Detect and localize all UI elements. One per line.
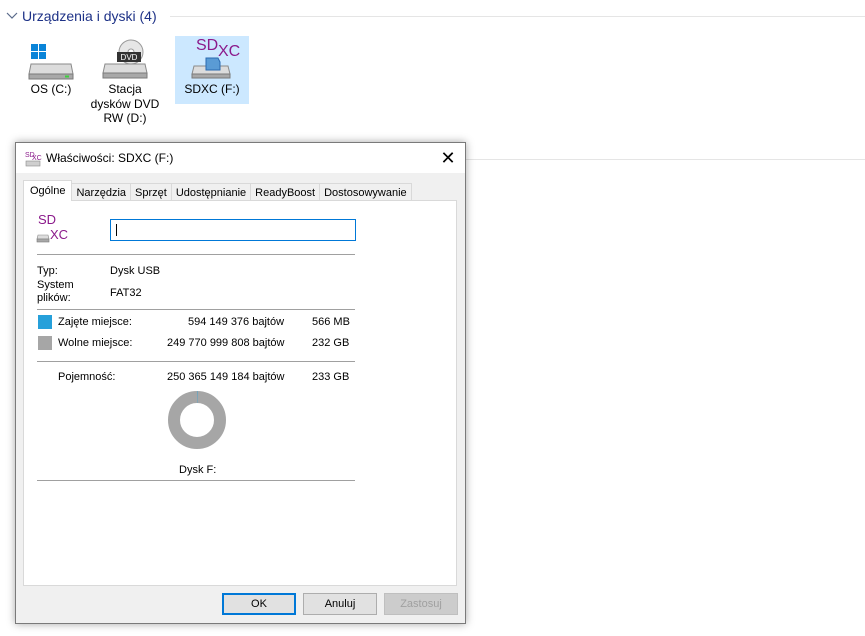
svg-text:DVD: DVD: [121, 53, 138, 62]
capacity-label: Pojemność:: [58, 371, 116, 383]
tab-sharing[interactable]: Udostępnianie: [170, 183, 252, 201]
svg-text:XC: XC: [50, 227, 68, 242]
used-space-swatch: [38, 315, 52, 329]
svg-text:SD: SD: [38, 212, 56, 227]
filesystem-value: FAT32: [110, 287, 142, 299]
free-space-ring: [168, 391, 226, 449]
divider: [37, 480, 355, 481]
free-space-bytes: 249 770 999 808 bajtów: [167, 337, 285, 349]
divider: [37, 361, 355, 362]
properties-dialog: SD XC Właściwości: SDXC (F:) ✕ Ogólne Na…: [15, 142, 466, 624]
tab-tools[interactable]: Narzędzia: [71, 183, 132, 201]
tab-general[interactable]: Ogólne: [23, 180, 73, 201]
svg-text:XC: XC: [218, 43, 240, 60]
capacity-bytes: 250 365 149 184 bajtów: [167, 371, 285, 383]
drive-label: SDXC (F:): [184, 82, 240, 96]
tab-hardware[interactable]: Sprzęt: [130, 183, 172, 201]
tab-readyboost[interactable]: ReadyBoost: [250, 183, 321, 201]
dvd-drive-icon: DVD: [88, 36, 162, 80]
drive-f[interactable]: SD XC SDXC (F:): [175, 36, 249, 104]
group-header-devices[interactable]: Urządzenia i dyski (4): [4, 6, 157, 26]
apply-button[interactable]: Zastosuj: [384, 593, 458, 615]
close-button[interactable]: ✕: [431, 143, 465, 173]
drive-name-input[interactable]: [110, 219, 356, 241]
sdxc-drive-icon: SD XC: [25, 152, 42, 167]
sdxc-drive-icon: SD XC: [36, 212, 68, 243]
group-divider: [170, 16, 865, 17]
windows-drive-icon: [14, 36, 88, 80]
disk-label: Dysk F:: [179, 464, 217, 476]
title-bar[interactable]: SD XC Właściwości: SDXC (F:) ✕: [16, 143, 465, 173]
dialog-title: Właściwości: SDXC (F:): [46, 151, 174, 165]
free-space-swatch: [38, 336, 52, 350]
text-caret: [116, 224, 117, 236]
free-space-size: 232 GB: [312, 337, 350, 349]
disk-usage-donut: [168, 391, 226, 449]
cancel-button[interactable]: Anuluj: [303, 593, 377, 615]
capacity-size: 233 GB: [312, 371, 350, 383]
used-space-size: 566 MB: [312, 316, 350, 328]
drive-label: Stacja dysków DVD RW (D:): [90, 82, 160, 125]
drive-label: OS (C:): [30, 82, 72, 96]
chevron-down-icon: [4, 8, 20, 24]
filesystem-label: System plików:: [37, 279, 74, 304]
type-label: Typ:: [37, 265, 58, 277]
tab-customize[interactable]: Dostosowywanie: [319, 183, 412, 201]
drive-d[interactable]: DVD Stacja dysków DVD RW (D:): [88, 36, 162, 126]
close-icon: ✕: [440, 147, 456, 168]
general-panel: SD XC Typ: Dysk USB System plików: FAT32…: [23, 200, 457, 586]
divider: [37, 309, 355, 310]
svg-text:SD: SD: [196, 37, 218, 54]
group-divider: [464, 159, 865, 160]
drive-c[interactable]: OS (C:): [14, 36, 88, 97]
sdxc-drive-icon: SD XC: [175, 36, 249, 80]
divider: [37, 254, 355, 255]
ok-button[interactable]: OK: [222, 593, 296, 615]
tab-strip: Ogólne Narzędzia Sprzęt Udostępnianie Re…: [23, 180, 412, 201]
group-title: Urządzenia i dyski (4): [22, 8, 157, 24]
used-space-label: Zajęte miejsce:: [58, 316, 132, 328]
used-space-bytes: 594 149 376 bajtów: [188, 316, 285, 328]
free-space-label: Wolne miejsce:: [58, 337, 133, 349]
type-value: Dysk USB: [110, 265, 161, 277]
